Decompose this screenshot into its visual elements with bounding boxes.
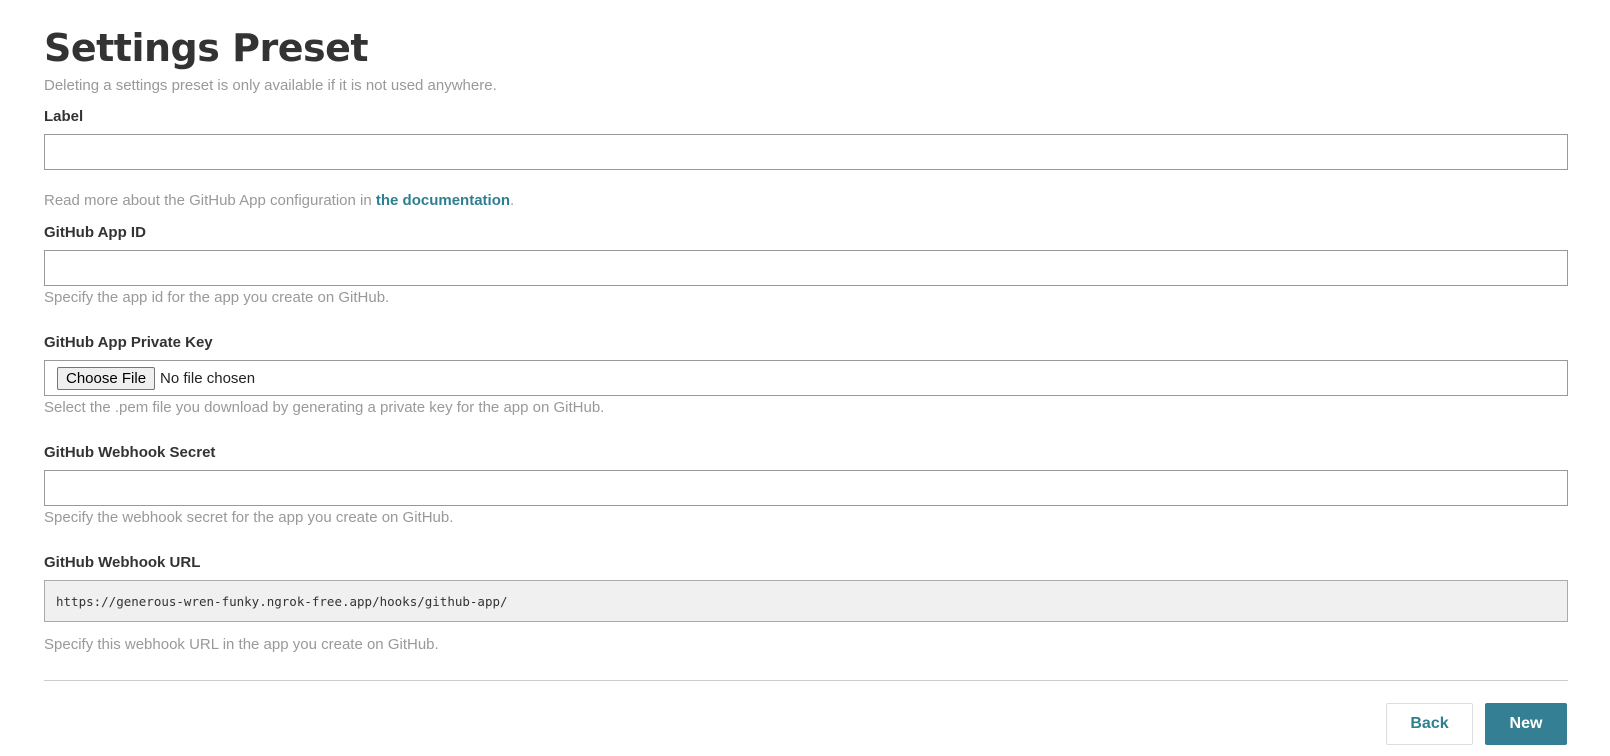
page-title: Settings Preset <box>44 26 369 70</box>
documentation-link[interactable]: the documentation <box>376 192 510 209</box>
choose-file-button[interactable]: Choose File <box>57 366 156 390</box>
form-divider <box>44 680 1568 681</box>
webhook-secret-help: Specify the webhook secret for the app y… <box>44 509 454 526</box>
label-input[interactable] <box>44 134 1568 170</box>
app-id-input[interactable] <box>44 250 1568 286</box>
private-key-file-input[interactable]: Choose File No file chosen <box>44 360 1568 396</box>
private-key-label: GitHub App Private Key <box>44 334 213 351</box>
private-key-help: Select the .pem file you download by gen… <box>44 399 605 416</box>
docs-note-prefix: Read more about the GitHub App configura… <box>44 192 376 209</box>
back-button[interactable]: Back <box>1386 703 1473 745</box>
webhook-url-help: Specify this webhook URL in the app you … <box>44 636 439 653</box>
app-id-help: Specify the app id for the app you creat… <box>44 289 390 306</box>
label-field-label: Label <box>44 108 84 125</box>
webhook-url-readonly: https://generous-wren-funky.ngrok-free.a… <box>44 580 1568 622</box>
page-subtitle: Deleting a settings preset is only avail… <box>44 77 497 94</box>
webhook-secret-label: GitHub Webhook Secret <box>44 444 216 461</box>
new-button[interactable]: New <box>1485 703 1567 745</box>
app-id-label: GitHub App ID <box>44 224 146 241</box>
file-status: No file chosen <box>160 369 256 387</box>
docs-note-suffix: . <box>510 192 515 209</box>
webhook-secret-input[interactable] <box>44 470 1568 506</box>
webhook-url-label: GitHub Webhook URL <box>44 554 201 571</box>
docs-note: Read more about the GitHub App configura… <box>44 192 514 210</box>
